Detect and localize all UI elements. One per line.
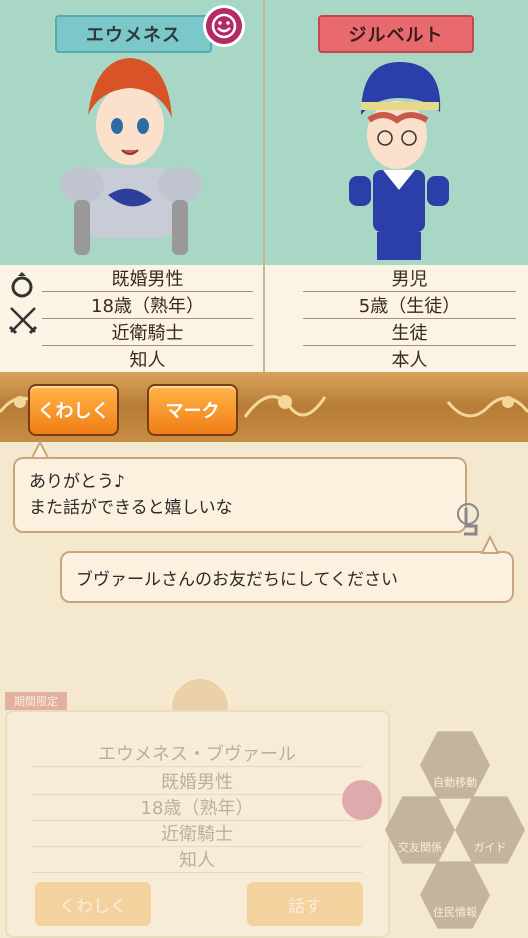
- left-name-tag: エウメネス: [55, 15, 212, 53]
- info-relation: 本人: [303, 346, 516, 373]
- crossed-swords-icon: [8, 305, 38, 339]
- info-job: 生徒: [303, 319, 516, 346]
- choice-text: ブヴァールさんのお友だちにしてください: [76, 569, 398, 590]
- smile-icon[interactable]: [203, 5, 245, 47]
- info-age: 18歳（熟年）: [42, 292, 253, 319]
- right-name-tag: ジルベルト: [318, 15, 474, 53]
- info-marital: 既婚男性: [42, 265, 253, 292]
- info-relation: 知人: [42, 346, 253, 373]
- choice-bubble-tail: [480, 534, 500, 559]
- background-card: エウメネス・ブヴァール 既婚男性 18歳（熟年） 近衛騎士 知人 くわしく 話す: [5, 710, 390, 938]
- speech-line-1: ありがとう♪: [29, 472, 125, 492]
- card-details-button: くわしく: [35, 882, 151, 926]
- speech-bubble: ありがとう♪ また話ができると嬉しいな: [13, 457, 467, 533]
- card-info-relation: 知人: [32, 846, 362, 873]
- ring-icon: [8, 271, 36, 303]
- info-job: 近衛騎士: [42, 319, 253, 346]
- details-button[interactable]: くわしく: [28, 384, 119, 436]
- bubble-tail: [30, 439, 50, 464]
- left-info-panel: 既婚男性 18歳（熟年） 近衛騎士 知人: [0, 265, 263, 373]
- ornament-right-icon: [438, 372, 528, 442]
- card-full-name: エウメネス・ブヴァール: [32, 740, 362, 767]
- card-smile-icon: [342, 780, 382, 820]
- card-info-age: 18歳（熟年）: [32, 794, 362, 821]
- card-info-job: 近衛騎士: [32, 820, 362, 847]
- card-info-marital: 既婚男性: [32, 768, 362, 795]
- ornament-center-icon: [240, 372, 330, 442]
- card-talk-button: 話す: [247, 882, 363, 926]
- info-age: 5歳（生徒）: [303, 292, 516, 319]
- right-info-panel: 男児 5歳（生徒） 生徒 本人: [265, 265, 528, 373]
- info-marital: 男児: [303, 265, 516, 292]
- choice-bubble[interactable]: ブヴァールさんのお友だちにしてください: [60, 551, 514, 603]
- mark-button[interactable]: マーク: [147, 384, 238, 436]
- speech-line-2: また話ができると嬉しいな: [29, 498, 233, 518]
- limited-badge: 期間限定: [5, 692, 67, 710]
